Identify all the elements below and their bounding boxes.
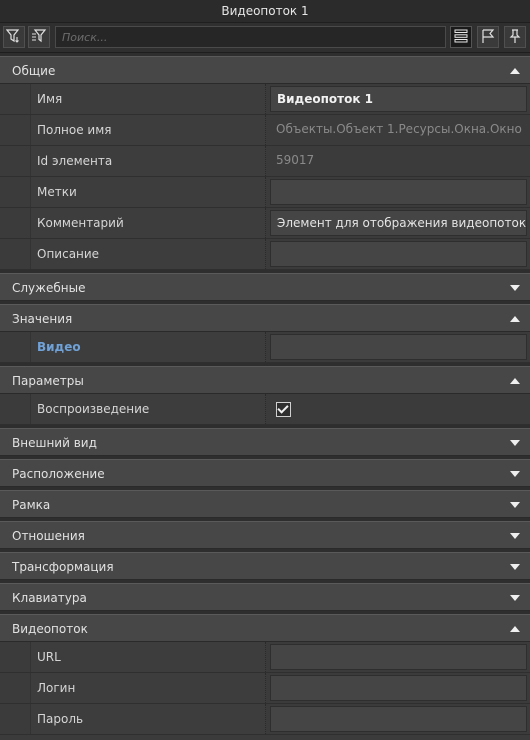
filter-clear-icon — [31, 28, 47, 47]
section-title: Внешний вид — [12, 436, 97, 450]
property-grid: Общие Имя Видеопоток 1 Полное имя Объект… — [0, 53, 530, 735]
section-title: Значения — [12, 312, 73, 326]
playback-checkbox[interactable] — [276, 402, 291, 417]
name-field[interactable]: Видеопоток 1 — [270, 86, 527, 112]
property-row-comment: Комментарий Элемент для отображения виде… — [0, 208, 530, 239]
section-layout[interactable]: Расположение — [0, 459, 530, 487]
expand-arrow-icon[interactable] — [510, 502, 520, 508]
property-row-url: URL — [0, 642, 530, 673]
list-view-icon — [453, 28, 469, 47]
id-value: 59017 — [276, 153, 315, 167]
collapse-arrow-icon[interactable] — [510, 316, 520, 322]
property-row-password: Пароль — [0, 704, 530, 735]
filter-clear-button[interactable] — [28, 26, 50, 48]
section-values[interactable]: Значения — [0, 304, 530, 332]
section-title: Отношения — [12, 529, 85, 543]
flag-icon — [480, 28, 496, 47]
property-row-playback: Воспроизведение — [0, 394, 530, 425]
fullname-value: Объекты.Объект 1.Ресурсы.Окна.Окно 1.Схе — [276, 122, 527, 136]
window-title: Видеопоток 1 — [0, 0, 530, 23]
section-videostream[interactable]: Видеопоток — [0, 614, 530, 642]
property-label: Комментарий — [31, 208, 266, 238]
description-field[interactable] — [270, 241, 527, 267]
filter-button[interactable] — [3, 26, 25, 48]
password-field[interactable] — [270, 706, 527, 732]
section-title: Трансформация — [12, 560, 114, 574]
section-title: Рамка — [12, 498, 51, 512]
section-relations[interactable]: Отношения — [0, 521, 530, 549]
property-label: Имя — [31, 84, 266, 114]
property-row-video: Видео — [0, 332, 530, 363]
property-label: Id элемента — [31, 146, 266, 176]
video-field[interactable] — [270, 334, 527, 360]
property-row-name: Имя Видеопоток 1 — [0, 84, 530, 115]
collapse-arrow-icon[interactable] — [510, 68, 520, 74]
url-field[interactable] — [270, 644, 527, 670]
list-view-button[interactable] — [450, 26, 472, 48]
property-label: Описание — [31, 239, 266, 269]
filter-icon — [5, 28, 22, 47]
section-transform[interactable]: Трансформация — [0, 552, 530, 580]
expand-arrow-icon[interactable] — [510, 471, 520, 477]
flag-button[interactable] — [477, 26, 499, 48]
property-label: Логин — [31, 673, 266, 703]
property-label: Воспроизведение — [31, 394, 266, 424]
property-label: Метки — [31, 177, 266, 207]
collapse-arrow-icon[interactable] — [510, 378, 520, 384]
tags-field[interactable] — [270, 179, 527, 205]
section-appearance[interactable]: Внешний вид — [0, 428, 530, 456]
section-parameters[interactable]: Параметры — [0, 366, 530, 394]
section-service[interactable]: Служебные — [0, 273, 530, 301]
property-label: Видео — [31, 332, 266, 362]
property-row-id: Id элемента 59017 — [0, 146, 530, 177]
search-input[interactable] — [55, 26, 446, 48]
section-title: Видеопоток — [12, 622, 88, 636]
section-title: Служебные — [12, 281, 86, 295]
section-title: Расположение — [12, 467, 105, 481]
collapse-arrow-icon[interactable] — [510, 626, 520, 632]
section-title: Параметры — [12, 374, 84, 388]
expand-arrow-icon[interactable] — [510, 285, 520, 291]
property-label: Полное имя — [31, 115, 266, 145]
section-keyboard[interactable]: Клавиатура — [0, 583, 530, 611]
playback-value — [270, 396, 527, 422]
expand-arrow-icon[interactable] — [510, 564, 520, 570]
pin-icon — [507, 28, 523, 47]
section-frame[interactable]: Рамка — [0, 490, 530, 518]
section-title: Клавиатура — [12, 591, 87, 605]
expand-arrow-icon[interactable] — [510, 595, 520, 601]
comment-field[interactable]: Элемент для отображения видеопотока — [270, 210, 527, 236]
toolbar — [0, 23, 530, 53]
property-label: URL — [31, 642, 266, 672]
login-field[interactable] — [270, 675, 527, 701]
section-title: Общие — [12, 64, 56, 78]
pin-button[interactable] — [504, 26, 526, 48]
property-row-tags: Метки — [0, 177, 530, 208]
expand-arrow-icon[interactable] — [510, 533, 520, 539]
section-general[interactable]: Общие — [0, 56, 530, 84]
property-row-login: Логин — [0, 673, 530, 704]
property-row-description: Описание — [0, 239, 530, 270]
expand-arrow-icon[interactable] — [510, 440, 520, 446]
property-label: Пароль — [31, 704, 266, 734]
property-row-fullname: Полное имя Объекты.Объект 1.Ресурсы.Окна… — [0, 115, 530, 146]
